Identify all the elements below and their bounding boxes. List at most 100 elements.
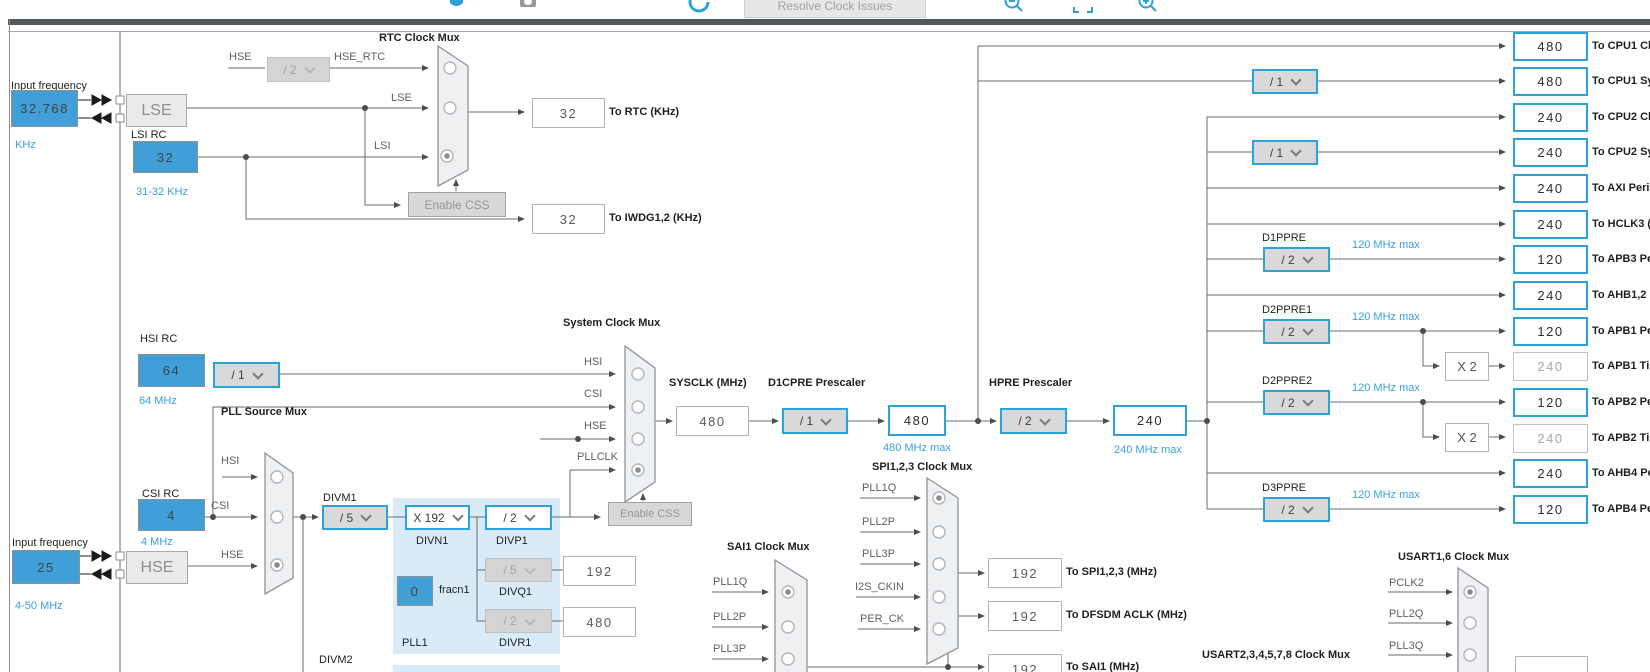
output-label: To AXI Peri xyxy=(1592,182,1649,194)
pll-mux-radio-csi[interactable] xyxy=(271,511,283,523)
hpre-dropdown[interactable]: / 2 xyxy=(1000,408,1067,434)
output-label: To AHB1,2 P xyxy=(1592,289,1650,301)
d2ppre1-dropdown[interactable]: / 2 xyxy=(1263,319,1330,344)
apb1-timer-x2-box: X 2 xyxy=(1445,352,1489,381)
cpu1-sysclk-divider-dropdown[interactable]: / 1 xyxy=(1252,69,1318,94)
output-value-box[interactable]: 240 xyxy=(1513,459,1588,488)
d1cpre-dropdown[interactable]: / 1 xyxy=(782,408,848,434)
rtc-mux-radio-hse-rtc[interactable] xyxy=(444,62,456,74)
sai-mux-radio-pll2p[interactable] xyxy=(782,621,794,633)
output-value-box[interactable]: 240 xyxy=(1513,281,1588,310)
chevron-down-icon xyxy=(252,368,263,379)
cpu2-sysclk-divider-dropdown[interactable]: / 1 xyxy=(1252,140,1318,165)
output-value-box[interactable]: 120 xyxy=(1513,388,1588,417)
output-value-box[interactable]: 120 xyxy=(1513,495,1588,524)
pll1q-output-box: 192 xyxy=(563,556,636,586)
hse-range-label: 4-50 MHz xyxy=(15,600,63,612)
system-mux-radio-hsi[interactable] xyxy=(632,368,644,380)
system-mux-radio-csi[interactable] xyxy=(632,401,644,413)
hpre-max-label: 240 MHz max xyxy=(1114,444,1182,456)
divq1-value: / 5 xyxy=(503,563,516,577)
d1ppre-max-label: 120 MHz max xyxy=(1352,239,1420,251)
d3ppre-value: / 2 xyxy=(1281,503,1294,517)
radio-selected-dot xyxy=(936,495,942,501)
output-value-box[interactable]: 240 xyxy=(1513,174,1588,203)
spi-mux-radio-pll3p[interactable] xyxy=(933,558,945,570)
divn1-dropdown[interactable]: X 192 xyxy=(405,505,470,530)
divm1-dropdown[interactable]: / 5 xyxy=(322,505,388,530)
d2ppre1-label: D2PPRE1 xyxy=(1262,304,1312,316)
system-mux-radio-hse[interactable] xyxy=(632,433,644,445)
sysclk-label: SYSCLK (MHz) xyxy=(669,377,747,389)
hpre-output-box[interactable]: 240 xyxy=(1113,405,1187,436)
usart16-mux-radio-pll3q[interactable] xyxy=(1464,649,1476,661)
saimux-pll1q-label: PLL1Q xyxy=(713,576,747,588)
d2ppre2-dropdown[interactable]: / 2 xyxy=(1263,390,1330,415)
sai-mux-radio-pll3p[interactable] xyxy=(782,653,794,665)
spi-mux-radio-pll2p[interactable] xyxy=(933,526,945,538)
sai-mux-title: SAI1 Clock Mux xyxy=(727,541,810,553)
system-mux-title: System Clock Mux xyxy=(563,317,660,329)
io-pin-arrows xyxy=(78,95,111,579)
dfsdm-output-label: To DFSDM ACLK (MHz) xyxy=(1066,609,1187,621)
d1cpre-max-label: 480 MHz max xyxy=(883,442,951,454)
lse-input-frequency-field[interactable]: 32.768 xyxy=(11,90,78,127)
chevron-down-icon xyxy=(1302,395,1313,406)
sai1-output-box: 192 xyxy=(988,654,1062,672)
saimux-pll3p-label: PLL3P xyxy=(713,643,746,655)
output-value-box[interactable]: 480 xyxy=(1513,67,1588,96)
hsi-divider-dropdown[interactable]: / 1 xyxy=(213,362,280,388)
chevron-down-icon xyxy=(452,510,463,521)
rtc-output-box: 32 xyxy=(532,98,605,128)
clock-tree-wires-layer xyxy=(0,0,1650,672)
spi-mux-radio-per-ck[interactable] xyxy=(933,623,945,635)
divm2-label: DIVM2 xyxy=(319,654,353,666)
d3ppre-max-label: 120 MHz max xyxy=(1352,489,1420,501)
pllmux-hse-label: HSE xyxy=(221,549,244,561)
d1ppre-dropdown[interactable]: / 2 xyxy=(1263,247,1330,272)
spi-mux-radio-i2s-ckin[interactable] xyxy=(933,591,945,603)
divp1-dropdown[interactable]: / 2 xyxy=(485,505,552,530)
d1ppre-value: / 2 xyxy=(1281,253,1294,267)
output-value-box[interactable]: 120 xyxy=(1513,317,1588,346)
sai1-output-label: To SAI1 (MHz) xyxy=(1066,661,1139,672)
hpre-value: / 2 xyxy=(1018,414,1031,428)
output-value-box[interactable]: 120 xyxy=(1513,245,1588,274)
output-value-box[interactable]: 240 xyxy=(1513,210,1588,239)
divq1-dropdown: / 5 xyxy=(485,558,552,582)
lse-oscillator-box: LSE xyxy=(126,94,187,127)
output-label: To CPU1 Sy xyxy=(1592,75,1650,87)
chevron-down-icon xyxy=(361,510,372,521)
d3ppre-dropdown[interactable]: / 2 xyxy=(1263,497,1330,522)
output-value-box[interactable]: 480 xyxy=(1513,32,1588,61)
usart16-pclk2-label: PCLK2 xyxy=(1389,577,1424,589)
rtc-mux-title: RTC Clock Mux xyxy=(379,32,460,44)
divm1-label: DIVM1 xyxy=(323,492,357,504)
output-value-box[interactable]: 240 xyxy=(1513,103,1588,132)
chevron-down-icon xyxy=(524,563,535,574)
csi-value-box[interactable]: 4 xyxy=(138,499,205,531)
rtc-mux-radio-lse[interactable] xyxy=(444,102,456,114)
lsi-value-box[interactable]: 32 xyxy=(133,141,198,173)
hse-input-frequency-field[interactable]: 25 xyxy=(12,550,80,584)
pll-mux-radio-hsi[interactable] xyxy=(271,471,283,483)
sysclk-value-box: 480 xyxy=(676,406,749,436)
spimux-i2s-ckin-label: I2S_CKIN xyxy=(855,581,904,593)
rtc-output-label: To RTC (KHz) xyxy=(609,106,679,118)
hsi-value-box[interactable]: 64 xyxy=(138,354,205,387)
output-value-box[interactable]: 240 xyxy=(1513,138,1588,167)
spi-mux-title: SPI1,2,3 Clock Mux xyxy=(872,461,972,473)
output-label: To APB3 Pe xyxy=(1592,253,1650,265)
cpu1-div-value: / 1 xyxy=(1270,75,1283,89)
sysmux-enable-css-button[interactable]: Enable CSS xyxy=(608,502,692,526)
chevron-down-icon xyxy=(821,414,832,425)
usart16-mux-radio-pll2q[interactable] xyxy=(1464,617,1476,629)
rtc-lsi-wire-label: LSI xyxy=(374,140,391,152)
pll1r-output-box: 480 xyxy=(563,607,636,637)
d1cpre-output-box[interactable]: 480 xyxy=(888,405,946,436)
iwdg-output-label: To IWDG1,2 (KHz) xyxy=(609,212,702,224)
sysmux-csi-label: CSI xyxy=(584,388,602,400)
divr1-value: / 2 xyxy=(503,614,516,628)
pll1-block-label: PLL1 xyxy=(402,637,428,649)
rtc-enable-css-button[interactable]: Enable CSS xyxy=(408,192,506,217)
